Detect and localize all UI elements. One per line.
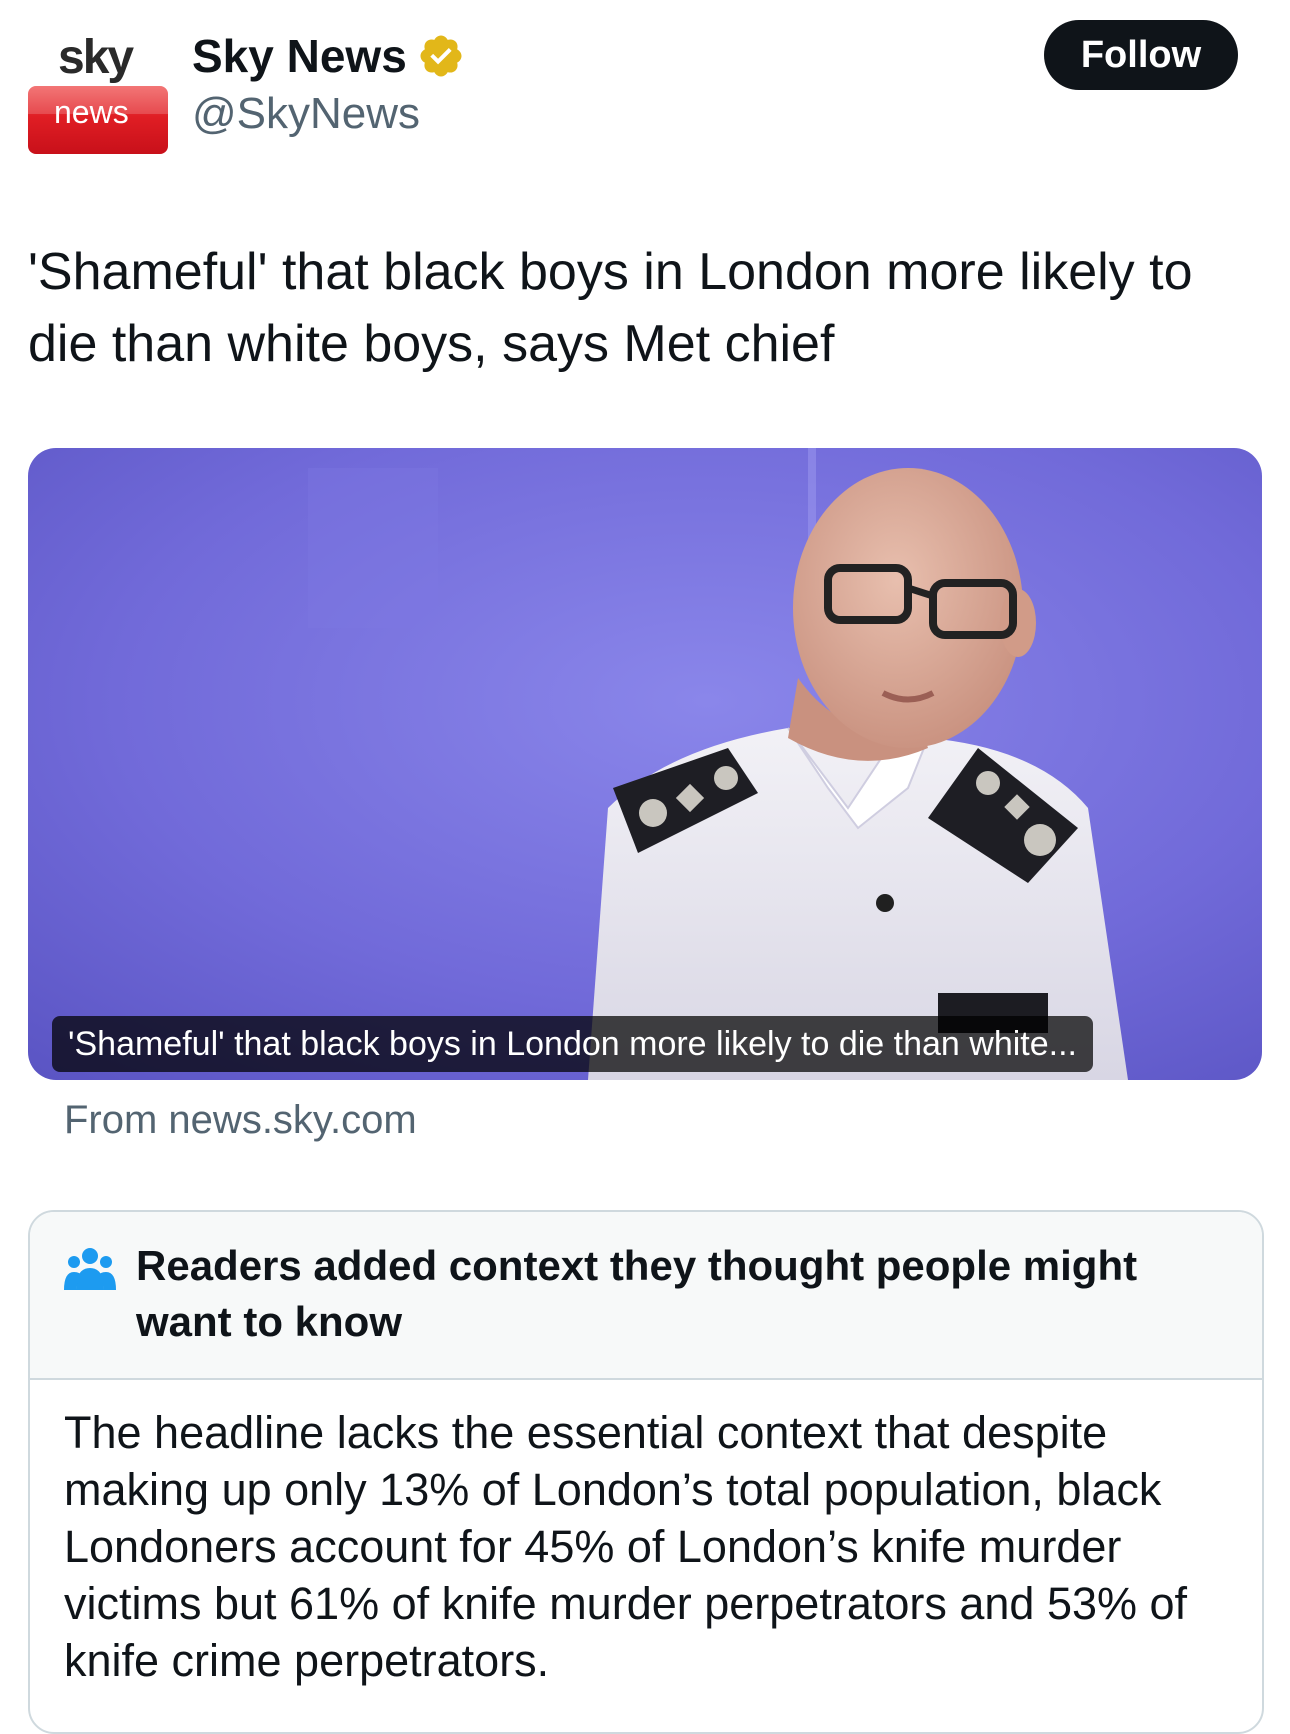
account-display-name[interactable]: Sky News <box>192 28 407 84</box>
community-note-header: Readers added context they thought peopl… <box>30 1212 1262 1380</box>
link-preview-card[interactable]: 'Shameful' that black boys in London mor… <box>28 448 1262 1080</box>
account-handle[interactable]: @SkyNews <box>192 88 420 140</box>
article-photo <box>28 448 1262 1080</box>
avatar-logo-news-badge: news <box>28 86 168 154</box>
people-icon <box>64 1248 116 1290</box>
community-note-body: The headline lacks the essential context… <box>64 1407 1188 1686</box>
avatar-logo-news-text: news <box>54 94 129 130</box>
community-note: Readers added context they thought peopl… <box>28 1210 1264 1734</box>
avatar-logo-sky-text: sky <box>58 31 134 84</box>
community-note-title: Readers added context they thought peopl… <box>136 1242 1138 1345</box>
account-name-row: Sky News <box>192 26 465 86</box>
verified-badge-icon[interactable] <box>417 32 465 80</box>
tweet-text: 'Shameful' that black boys in London mor… <box>28 243 1193 373</box>
follow-button[interactable]: Follow <box>1044 20 1238 90</box>
sky-news-avatar[interactable]: sky news <box>28 30 168 154</box>
card-source-domain[interactable]: From news.sky.com <box>64 1092 417 1148</box>
tweet-header: sky news Sky News @SkyNews Follow <box>0 0 1290 170</box>
card-caption: 'Shameful' that black boys in London mor… <box>52 1016 1093 1072</box>
